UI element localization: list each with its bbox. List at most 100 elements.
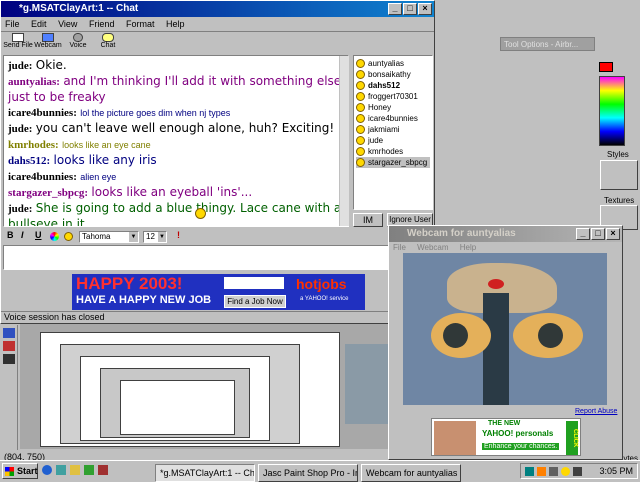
send-file-button[interactable]: Send File [3,32,33,53]
chevron-down-icon: ▼ [158,232,166,242]
user-list-item[interactable]: dahs512 [356,80,430,91]
user-list[interactable]: auntyalias bonsaikathy dahs512 froggert7030… [353,55,433,210]
chat-message: dahs512: looks like any iris [4,153,348,169]
chat-message: jude: Okie. [4,58,348,74]
menu-help[interactable]: Help [460,243,476,252]
outlook-icon[interactable] [70,465,80,475]
user-list-item[interactable]: froggert70301 [356,91,430,102]
user-list-item[interactable]: jakmiami [356,124,430,135]
clock: 3:05 PM [599,466,633,476]
ad-headline: HAPPY 2003! [76,274,183,293]
message-nick[interactable]: stargazer_sbpcg: [8,187,88,199]
taskbar-item-paintshop[interactable]: Jasc Paint Shop Pro - Ima... [258,464,358,482]
click-badge: CLICK [566,421,578,455]
alert-icon[interactable]: ! [177,230,180,240]
close-button[interactable]: × [418,3,432,15]
voice-icon [73,33,83,42]
message-input[interactable] [3,245,433,270]
report-abuse-link[interactable]: Report Abuse [575,408,617,415]
user-list-item[interactable]: kmrhodes [356,146,430,157]
chat-message: stargazer_sbpcg: looks like an eyeball '… [4,185,348,201]
message-nick[interactable]: jude: [8,123,32,135]
menu-file[interactable]: File [5,19,20,29]
webcam-titlebar[interactable]: Webcam for auntyalias _ □ × [389,226,622,242]
message-nick[interactable]: jude: [8,60,32,72]
message-nick[interactable]: jude: [8,203,32,215]
media-icon[interactable] [84,465,94,475]
size-select[interactable]: 12 ▼ [143,231,167,243]
smiley-icon [195,208,206,219]
emoticon-icon[interactable] [64,232,73,241]
yahoo-tray-icon[interactable] [561,467,570,476]
maximize-button[interactable]: □ [591,228,605,240]
im-button[interactable]: IM [353,213,383,227]
bold-button[interactable]: B [7,230,14,240]
send-file-icon [12,33,24,42]
tray-icon[interactable] [537,467,546,476]
menu-edit[interactable]: Edit [31,19,47,29]
hotjobs-ad-banner[interactable]: HAPPY 2003! HAVE A HAPPY NEW JOB Find a … [72,274,365,310]
color-icon[interactable] [50,232,59,241]
menu-friend[interactable]: Friend [89,19,115,29]
chat-message-area[interactable]: jude: Okie. auntyalias: and I'm thinking … [3,55,349,227]
italic-button[interactable]: I [21,230,24,240]
format-bar: B I U Tahoma ▼ 12 ▼ ! [3,230,433,244]
volume-icon[interactable] [573,467,582,476]
user-list-item[interactable]: bonsaikathy [356,69,430,80]
chat-scrollbar[interactable] [339,56,349,226]
tray-icon[interactable] [549,467,558,476]
chat-button[interactable]: Chat [93,32,123,53]
message-nick[interactable]: icare4bunnies: [8,107,77,119]
message-nick[interactable]: icare4bunnies: [8,171,77,183]
maximize-button[interactable]: □ [403,3,417,15]
user-name: Honey [368,103,392,112]
psp-style-swatch[interactable] [600,160,638,190]
menu-webcam[interactable]: Webcam [417,243,448,252]
app-icon[interactable] [98,465,108,475]
desktop-icon[interactable] [56,465,66,475]
quick-launch [42,465,142,477]
chat-window: *g.MSATClayArt:1 -- Chat _ □ × File Edit… [0,0,435,324]
message-text: looks like any iris [53,153,157,167]
minimize-button[interactable]: _ [576,228,590,240]
chat-toolbar: Send File Webcam Voice Chat [1,31,434,53]
chat-titlebar[interactable]: *g.MSATClayArt:1 -- Chat _ □ × [1,1,434,17]
message-text: alien eye [80,172,117,182]
find-job-button[interactable]: Find a Job Now [224,295,286,308]
start-button[interactable]: Start [2,463,38,479]
message-nick[interactable]: kmrhodes: [8,139,59,151]
ie-icon[interactable] [42,465,52,475]
minimize-button[interactable]: _ [388,3,402,15]
user-list-item[interactable]: Honey [356,102,430,113]
user-list-item[interactable]: jude [356,135,430,146]
yahoo-personals-ad[interactable]: THE NEW YAHOO! personals Enhance your ch… [431,418,581,456]
user-list-item[interactable]: stargazer_sbpcg [356,157,430,168]
psp-color-palette[interactable] [597,60,640,150]
taskbar-item-webcam[interactable]: Webcam for auntyalias [361,464,461,482]
menu-file[interactable]: File [393,243,406,252]
ad-input[interactable] [224,277,284,289]
taskbar-item-chat[interactable]: *g.MSATClayArt:1 -- Chat [155,464,255,482]
close-button[interactable]: × [606,228,620,240]
tray-icon[interactable] [525,467,534,476]
user-name: auntyalias [368,59,405,68]
user-list-item[interactable]: auntyalias [356,58,430,69]
tool-options-title: Tool Options - Airbr... [504,40,579,49]
message-nick[interactable]: dahs512: [8,155,50,167]
message-text: lol the picture goes dim when nj types [80,108,231,118]
user-list-item[interactable]: icare4bunnies [356,113,430,124]
psp-left-toolbar[interactable] [0,325,18,450]
user-name: stargazer_sbpcg [368,158,428,167]
webcam-button[interactable]: Webcam [33,32,63,53]
underline-button[interactable]: U [35,230,42,240]
yahoo-service-label: a YAHOO! service [300,296,349,302]
menu-format[interactable]: Format [126,19,155,29]
user-status-icon [356,158,365,168]
message-nick[interactable]: auntyalias: [8,76,60,88]
font-select[interactable]: Tahoma ▼ [79,231,139,243]
menu-view[interactable]: View [58,19,77,29]
voice-button[interactable]: Voice [63,32,93,53]
psp-textures-label: Textures [604,196,635,205]
chat-message: icare4bunnies: lol the picture goes dim … [4,105,348,121]
menu-help[interactable]: Help [166,19,185,29]
